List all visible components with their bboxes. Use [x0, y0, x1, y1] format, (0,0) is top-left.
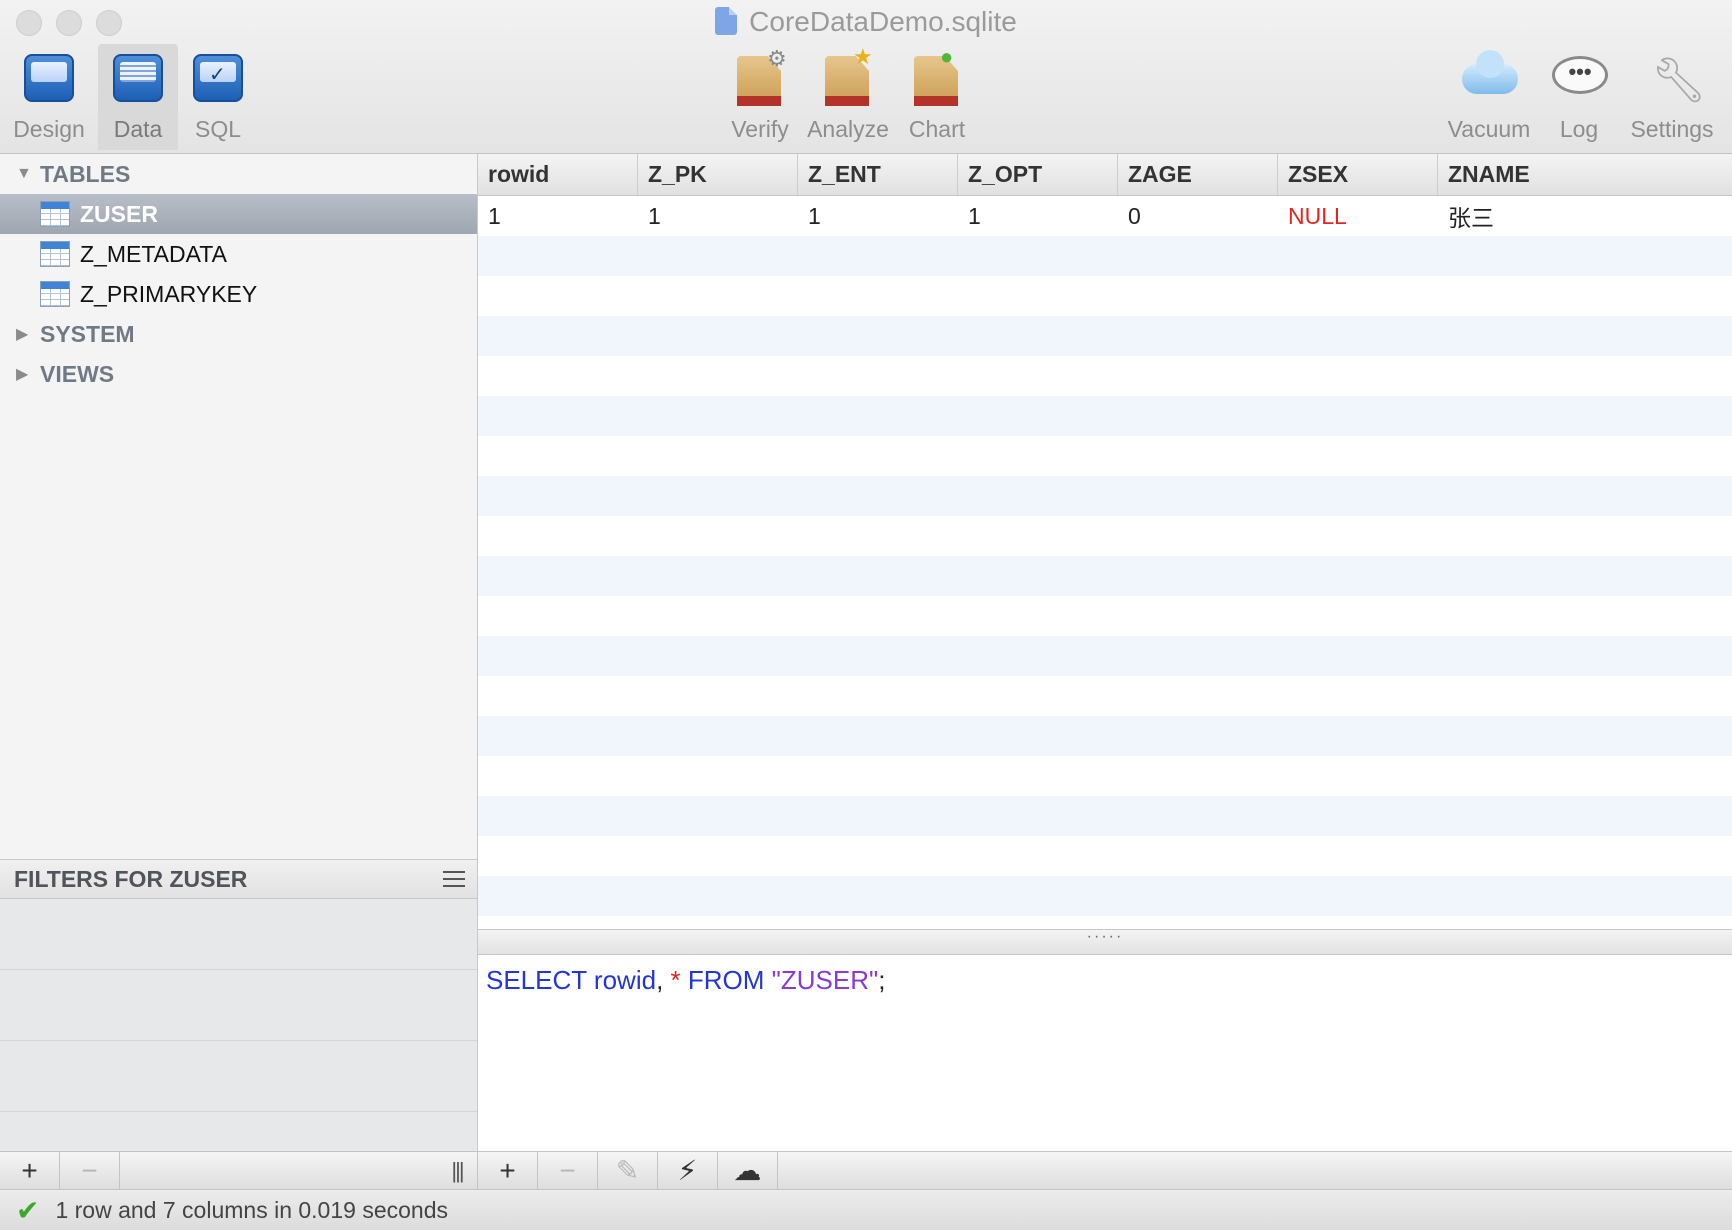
- disclosure-closed-icon: ▶: [16, 326, 29, 343]
- remove-row-button[interactable]: −: [538, 1152, 598, 1189]
- design-tray-icon: [24, 54, 74, 102]
- toolbar-vacuum-button[interactable]: Vacuum: [1444, 44, 1534, 150]
- sidebar: ▼ TABLES ZUSER Z_METADATA Z_PRIMARYKEY ▶ S…: [0, 154, 478, 859]
- table-row[interactable]: 1 1 1 1 0 NULL 张三: [478, 196, 1732, 236]
- status-bar: ✔ 1 row and 7 columns in 0.019 seconds: [0, 1189, 1732, 1230]
- column-header-rowid[interactable]: rowid: [478, 154, 638, 195]
- grid-header: rowid Z_PK Z_ENT Z_OPT ZAGE ZSEX ZNAME: [478, 154, 1732, 196]
- sidebar-group-views[interactable]: ▶ VIEWS: [0, 354, 477, 394]
- toolbar-log-button[interactable]: ••• Log: [1548, 44, 1610, 150]
- edit-row-icon[interactable]: ✎: [598, 1152, 658, 1189]
- filter-row: [0, 970, 477, 1041]
- data-grid: rowid Z_PK Z_ENT Z_OPT ZAGE ZSEX ZNAME 1 1 1 1 0 NU…: [478, 154, 1732, 929]
- speech-bubble-icon: •••: [1552, 56, 1608, 94]
- remove-filter-button[interactable]: −: [60, 1152, 120, 1189]
- toolbar-data-button[interactable]: Data: [98, 44, 178, 150]
- empty-row: [478, 236, 1732, 276]
- toolbar-settings-button[interactable]: 🔧︎ Settings: [1626, 44, 1718, 150]
- filters-action-bar: + − |||: [0, 1151, 478, 1189]
- sidebar-group-tables[interactable]: ▼ TABLES: [0, 154, 477, 194]
- table-cell[interactable]: 张三: [1438, 199, 1598, 233]
- toolbar-analyze-button[interactable]: ★ Analyze: [806, 44, 890, 150]
- toolbar-sql-button[interactable]: ✓ SQL: [184, 44, 252, 150]
- empty-row: [478, 316, 1732, 356]
- title-bar: CoreDataDemo.sqlite Design Data ✓ SQL ⚙ …: [0, 0, 1732, 154]
- empty-row: [478, 596, 1732, 636]
- column-header-zage[interactable]: ZAGE: [1118, 154, 1278, 195]
- column-header-zname[interactable]: ZNAME: [1438, 154, 1732, 195]
- pane-splitter[interactable]: ·····: [478, 929, 1732, 955]
- empty-row: [478, 836, 1732, 876]
- sidebar-item-zuser[interactable]: ZUSER: [0, 194, 477, 234]
- disclosure-closed-icon: ▶: [16, 366, 29, 383]
- table-icon: [40, 201, 70, 227]
- column-header-z-pk[interactable]: Z_PK: [638, 154, 798, 195]
- toolbar-chart-button[interactable]: ● Chart: [900, 44, 974, 150]
- empty-row: [478, 556, 1732, 596]
- empty-row: [478, 436, 1732, 476]
- filters-header: FILTERS FOR ZUSER: [0, 859, 477, 899]
- column-resize-handle[interactable]: |||: [437, 1152, 477, 1189]
- filters-title: FILTERS FOR ZUSER: [14, 865, 248, 892]
- add-filter-button[interactable]: +: [0, 1152, 60, 1189]
- add-row-button[interactable]: +: [478, 1152, 538, 1189]
- toolbar-design-button[interactable]: Design: [10, 44, 88, 150]
- column-header-z-opt[interactable]: Z_OPT: [958, 154, 1118, 195]
- status-text: 1 row and 7 columns in 0.019 seconds: [55, 1196, 448, 1223]
- empty-row: [478, 516, 1732, 556]
- document-icon: [715, 7, 738, 35]
- cloud-download-icon[interactable]: ☁︎: [718, 1152, 778, 1189]
- filters-panel: FILTERS FOR ZUSER: [0, 859, 478, 1151]
- table-cell[interactable]: 1: [638, 203, 798, 230]
- filter-row: [0, 899, 477, 970]
- sidebar-item-z-primarykey[interactable]: Z_PRIMARYKEY: [0, 274, 477, 314]
- execute-query-icon[interactable]: ⚡︎: [658, 1152, 718, 1189]
- data-tray-icon: [113, 54, 163, 102]
- empty-row: [478, 356, 1732, 396]
- table-icon: [40, 241, 70, 267]
- sql-tray-icon: ✓: [193, 54, 243, 102]
- success-check-icon: ✔: [16, 1194, 40, 1226]
- table-cell[interactable]: 0: [1118, 203, 1278, 230]
- sidebar-group-system[interactable]: ▶ SYSTEM: [0, 314, 477, 354]
- gear-icon: ⚙: [767, 46, 787, 71]
- empty-row: [478, 476, 1732, 516]
- table-cell[interactable]: 1: [798, 203, 958, 230]
- grid-body: 1 1 1 1 0 NULL 张三: [478, 196, 1732, 929]
- toolbar-verify-button[interactable]: ⚙ Verify: [724, 44, 796, 150]
- empty-row: [478, 676, 1732, 716]
- table-cell[interactable]: NULL: [1278, 203, 1438, 230]
- empty-row: [478, 276, 1732, 316]
- table-cell[interactable]: 1: [478, 203, 638, 230]
- sidebar-item-z-metadata[interactable]: Z_METADATA: [0, 234, 477, 274]
- sql-editor[interactable]: SELECT rowid, * FROM "ZUSER";: [478, 955, 1732, 1151]
- column-header-zsex[interactable]: ZSEX: [1278, 154, 1438, 195]
- cloud-icon: [1462, 50, 1518, 94]
- empty-row: [478, 396, 1732, 436]
- empty-row: [478, 716, 1732, 756]
- table-icon: [40, 281, 70, 307]
- window-title: CoreDataDemo.sqlite: [0, 6, 1732, 38]
- magic-wand-icon: ★: [853, 44, 873, 69]
- empty-row: [478, 636, 1732, 676]
- empty-row: [478, 876, 1732, 916]
- empty-row: [478, 756, 1732, 796]
- disclosure-open-icon: ▼: [16, 165, 32, 182]
- column-header-z-ent[interactable]: Z_ENT: [798, 154, 958, 195]
- data-action-bar: + − ✎ ⚡︎ ☁︎: [478, 1151, 1732, 1189]
- filter-row: [0, 1041, 477, 1112]
- filters-menu-icon[interactable]: [443, 871, 465, 887]
- empty-row: [478, 796, 1732, 836]
- wrench-icon: 🔧︎: [1651, 56, 1707, 105]
- chart-dots-icon: ●: [940, 44, 954, 69]
- table-cell[interactable]: 1: [958, 203, 1118, 230]
